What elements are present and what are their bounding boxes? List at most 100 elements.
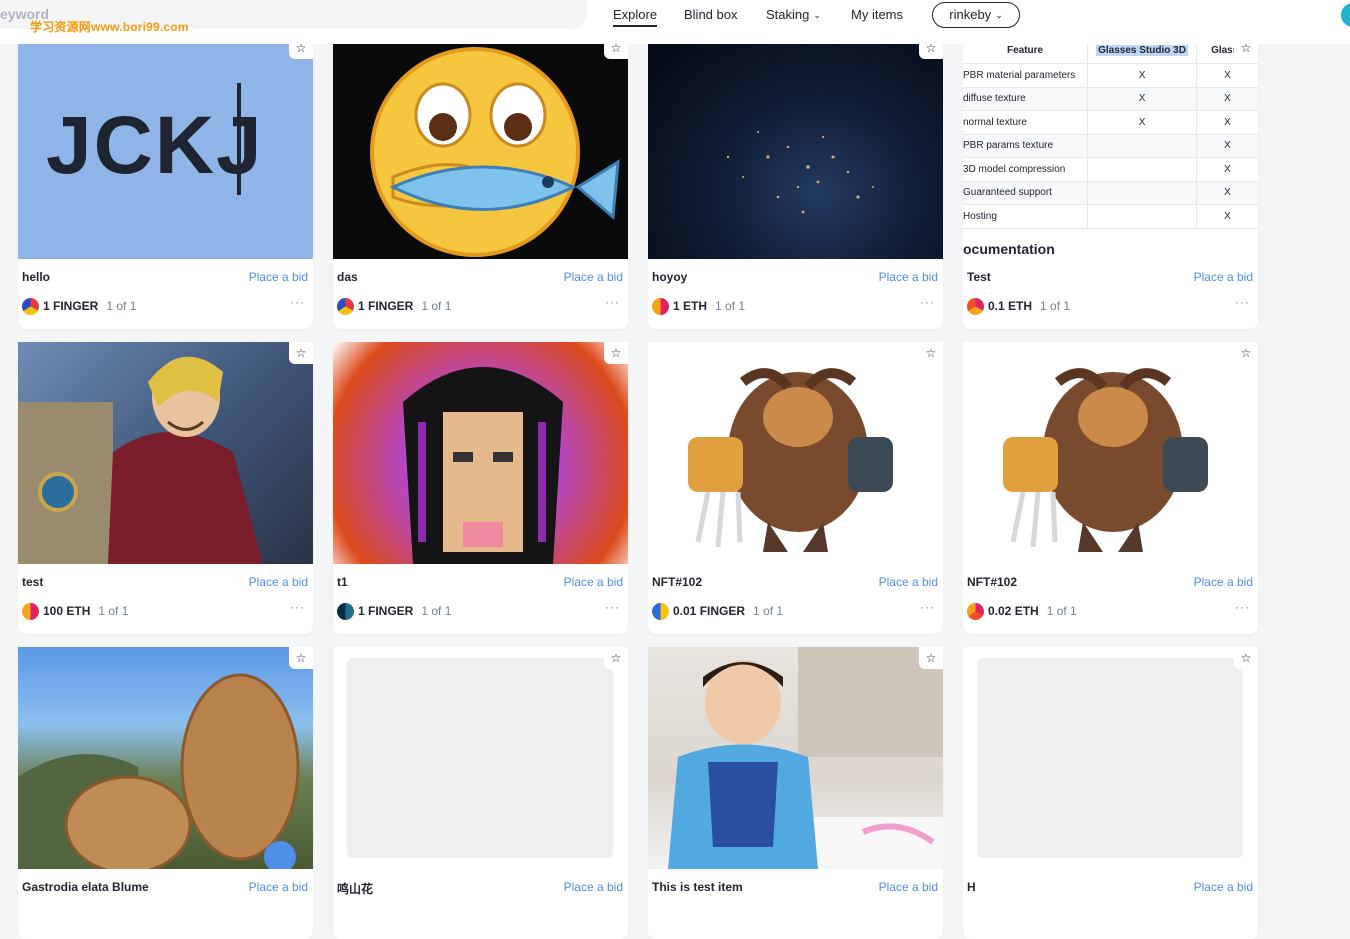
- nft-image[interactable]: [333, 37, 628, 259]
- doc-heading: ocumentation: [963, 241, 1055, 257]
- nft-image[interactable]: [648, 37, 943, 259]
- place-bid-link[interactable]: Place a bid: [1194, 270, 1253, 284]
- nav-blind-box[interactable]: Blind box: [684, 7, 737, 22]
- avatar[interactable]: [1341, 3, 1350, 27]
- star-icon[interactable]: ☆: [1234, 647, 1258, 669]
- nav-staking[interactable]: Staking ⌄: [766, 7, 821, 22]
- place-bid-link[interactable]: Place a bid: [249, 575, 308, 589]
- star-icon[interactable]: ☆: [919, 342, 943, 364]
- table-cell: [1087, 134, 1197, 158]
- star-icon[interactable]: ☆: [289, 342, 313, 364]
- watermark-text: 学习资源网www.bori99.com: [30, 20, 189, 34]
- nft-image[interactable]: [648, 342, 943, 564]
- place-bid-link[interactable]: Place a bid: [1194, 575, 1253, 589]
- token-icon: [22, 297, 39, 315]
- nft-card[interactable]: ☆ 鸣山花 Place a bid: [333, 647, 628, 939]
- place-bid-link[interactable]: Place a bid: [249, 270, 308, 284]
- card-title: Gastrodia elata Blume: [22, 880, 149, 894]
- more-options-icon[interactable]: ···: [605, 295, 620, 309]
- nft-image[interactable]: [333, 342, 628, 564]
- nft-card[interactable]: ☆ hoyoy Place a bid 1 ETH 1 of 1 ···: [648, 37, 943, 329]
- pixel-portrait-illustration: [403, 367, 563, 564]
- table-cell: X: [1087, 63, 1197, 88]
- more-options-icon[interactable]: ···: [605, 600, 620, 614]
- token-icon: [967, 602, 984, 620]
- price-value: 100 ETH: [43, 604, 91, 618]
- warrior-character-illustration: [1003, 368, 1208, 552]
- nft-card[interactable]: JCKJ ☆ hello Place a bid 1 FINGER 1 of 1…: [18, 37, 313, 329]
- nav-my-items[interactable]: My items: [851, 7, 903, 22]
- place-bid-link[interactable]: Place a bid: [879, 880, 938, 894]
- table-cell: X: [1195, 181, 1258, 205]
- nft-image[interactable]: [18, 647, 313, 869]
- edition-count: 1 of 1: [106, 299, 137, 313]
- more-options-icon[interactable]: ···: [920, 600, 935, 614]
- nft-card[interactable]: ☆ das Place a bid 1 FINGER 1 of 1 ···: [333, 37, 628, 329]
- nft-image[interactable]: [18, 342, 313, 564]
- price-row: 1 FINGER 1 of 1: [337, 297, 451, 315]
- star-icon[interactable]: ☆: [1234, 342, 1258, 364]
- nft-card[interactable]: ☆ NFT#102 Place a bid 0.02 ETH 1 of 1 ··…: [963, 342, 1258, 634]
- card-title: NFT#102: [967, 575, 1018, 589]
- card-title: hello: [22, 270, 51, 284]
- price-value: 0.02 ETH: [988, 604, 1039, 618]
- nft-card[interactable]: ☆ This is test item Place a bid: [648, 647, 943, 939]
- more-options-icon[interactable]: ···: [920, 295, 935, 309]
- more-options-icon[interactable]: ···: [290, 295, 305, 309]
- star-icon[interactable]: ☆: [604, 342, 628, 364]
- table-cell: Guaranteed support: [963, 181, 1088, 205]
- token-icon: [22, 602, 39, 620]
- place-bid-link[interactable]: Place a bid: [564, 880, 623, 894]
- star-icon[interactable]: ☆: [604, 647, 628, 669]
- card-title: das: [337, 270, 358, 284]
- card-title: This is test item: [652, 880, 743, 894]
- table-cell: PBR params texture: [963, 134, 1088, 158]
- highlighted-header: Glasses Studio 3D: [1096, 44, 1188, 56]
- more-options-icon[interactable]: ···: [1235, 600, 1250, 614]
- price-value: 1 FINGER: [358, 604, 414, 618]
- earth-night-lights: [726, 131, 874, 214]
- place-bid-link[interactable]: Place a bid: [879, 270, 938, 284]
- nft-card[interactable]: ☆ NFT#102 Place a bid 0.01 FINGER 1 of 1…: [648, 342, 943, 634]
- card-title: 鸣山花: [337, 882, 374, 896]
- place-bid-link[interactable]: Place a bid: [1194, 880, 1253, 894]
- price-value: 1 FINGER: [358, 299, 414, 313]
- table-cell: [1087, 204, 1197, 229]
- table-cell: diffuse texture: [963, 87, 1088, 111]
- nft-card[interactable]: ☆ H Place a bid: [963, 647, 1258, 939]
- nft-image[interactable]: Feature Glasses Studio 3D Glasse PBR mat…: [963, 37, 1258, 259]
- star-icon[interactable]: ☆: [289, 647, 313, 669]
- network-selector[interactable]: rinkeby ⌄: [932, 2, 1020, 28]
- price-row: 1 FINGER 1 of 1: [22, 297, 136, 315]
- nft-image[interactable]: JCKJ: [18, 37, 313, 259]
- nft-card[interactable]: Feature Glasses Studio 3D Glasse PBR mat…: [963, 37, 1258, 329]
- star-icon[interactable]: ☆: [919, 647, 943, 669]
- price-value: 1 ETH: [673, 299, 708, 313]
- emoji-fish-illustration: [370, 47, 620, 257]
- more-options-icon[interactable]: ···: [1235, 295, 1250, 309]
- nft-image[interactable]: [963, 342, 1258, 564]
- nav-explore[interactable]: Explore: [613, 7, 658, 27]
- nft-card[interactable]: ☆ t1 Place a bid 1 FINGER 1 of 1 ···: [333, 342, 628, 634]
- token-icon: [337, 297, 354, 315]
- place-bid-link[interactable]: Place a bid: [564, 575, 623, 589]
- price-row: 0.01 FINGER 1 of 1: [652, 602, 783, 620]
- price-value: 1 FINGER: [43, 299, 99, 313]
- place-bid-link[interactable]: Place a bid: [249, 880, 308, 894]
- nft-card[interactable]: ☆ test Place a bid 100 ETH 1 of 1 ···: [18, 342, 313, 634]
- network-label: rinkeby: [949, 7, 992, 22]
- place-bid-link[interactable]: Place a bid: [879, 575, 938, 589]
- edition-count: 1 of 1: [715, 299, 746, 313]
- token-icon: [967, 297, 984, 315]
- place-bid-link[interactable]: Place a bid: [564, 270, 623, 284]
- nft-image[interactable]: [963, 647, 1258, 869]
- more-options-icon[interactable]: ···: [290, 600, 305, 614]
- nft-image[interactable]: [648, 647, 943, 869]
- nft-image[interactable]: [333, 647, 628, 869]
- image-placeholder: [977, 658, 1243, 858]
- nft-card[interactable]: ☆ Gastrodia elata Blume Place a bid: [18, 647, 313, 939]
- feature-comparison-table: Feature Glasses Studio 3D Glasse PBR mat…: [963, 37, 1258, 229]
- price-row: 0.1 ETH 1 of 1: [967, 297, 1070, 315]
- card-title: test: [22, 575, 44, 589]
- edition-count: 1 of 1: [421, 299, 452, 313]
